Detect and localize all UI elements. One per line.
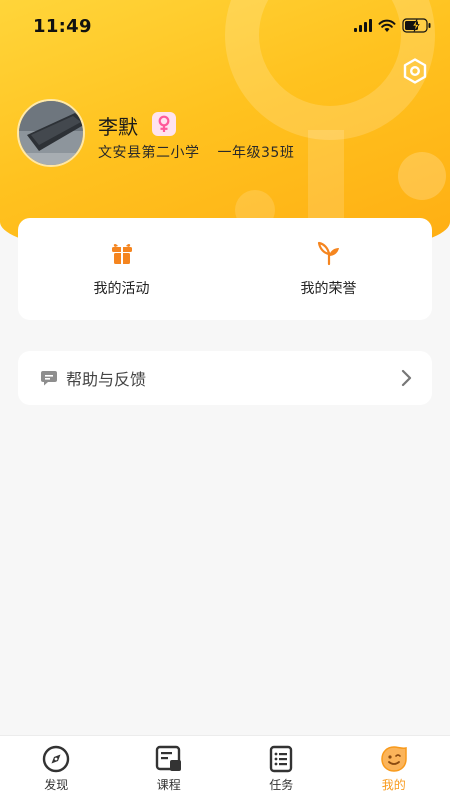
signal-icon xyxy=(354,19,372,32)
status-time: 11:49 xyxy=(33,16,92,37)
status-icons xyxy=(354,18,432,33)
my-honors-button[interactable]: 我的荣誉 xyxy=(225,218,432,320)
tab-discover-label: 发现 xyxy=(44,778,69,792)
my-activities-label: 我的活动 xyxy=(93,281,150,297)
tab-task[interactable]: 任务 xyxy=(225,736,338,800)
face-icon xyxy=(380,746,407,772)
class-name: 一年级35班 xyxy=(217,145,295,161)
chat-bubble-icon xyxy=(41,371,57,386)
sprout-icon xyxy=(317,241,339,266)
decorative-dot xyxy=(398,152,446,200)
task-list-icon xyxy=(270,745,293,773)
gift-icon xyxy=(111,244,132,264)
help-feedback-row[interactable]: 帮助与反馈 xyxy=(18,351,432,405)
user-school-class: 文安县第二小学 一年级35班 xyxy=(98,142,294,162)
help-feedback-label: 帮助与反馈 xyxy=(66,370,147,389)
tab-course[interactable]: 课程 xyxy=(113,736,226,800)
chevron-right-icon xyxy=(401,369,412,387)
my-activities-button[interactable]: 我的活动 xyxy=(18,218,225,320)
actions-card: 我的活动 我的荣誉 xyxy=(18,218,432,320)
tab-mine[interactable]: 我的 xyxy=(338,736,450,800)
user-name: 李默 xyxy=(98,115,138,139)
avatar[interactable] xyxy=(17,99,85,167)
gender-female-icon xyxy=(152,112,176,136)
tab-course-label: 课程 xyxy=(156,778,181,792)
wifi-icon xyxy=(378,19,396,32)
compass-icon xyxy=(43,745,70,773)
tab-mine-label: 我的 xyxy=(381,778,406,792)
school-name: 文安县第二小学 xyxy=(98,145,200,161)
settings-button[interactable] xyxy=(400,56,430,86)
settings-gear-icon xyxy=(403,58,427,84)
tab-discover[interactable]: 发现 xyxy=(0,736,113,800)
bottom-tab-bar: 发现 课程 任务 我的 xyxy=(0,735,450,800)
course-icon xyxy=(155,745,181,771)
my-honors-label: 我的荣誉 xyxy=(300,281,357,297)
battery-charging-icon xyxy=(402,18,431,33)
tab-task-label: 任务 xyxy=(269,778,294,792)
status-bar: 11:49 xyxy=(0,0,450,54)
